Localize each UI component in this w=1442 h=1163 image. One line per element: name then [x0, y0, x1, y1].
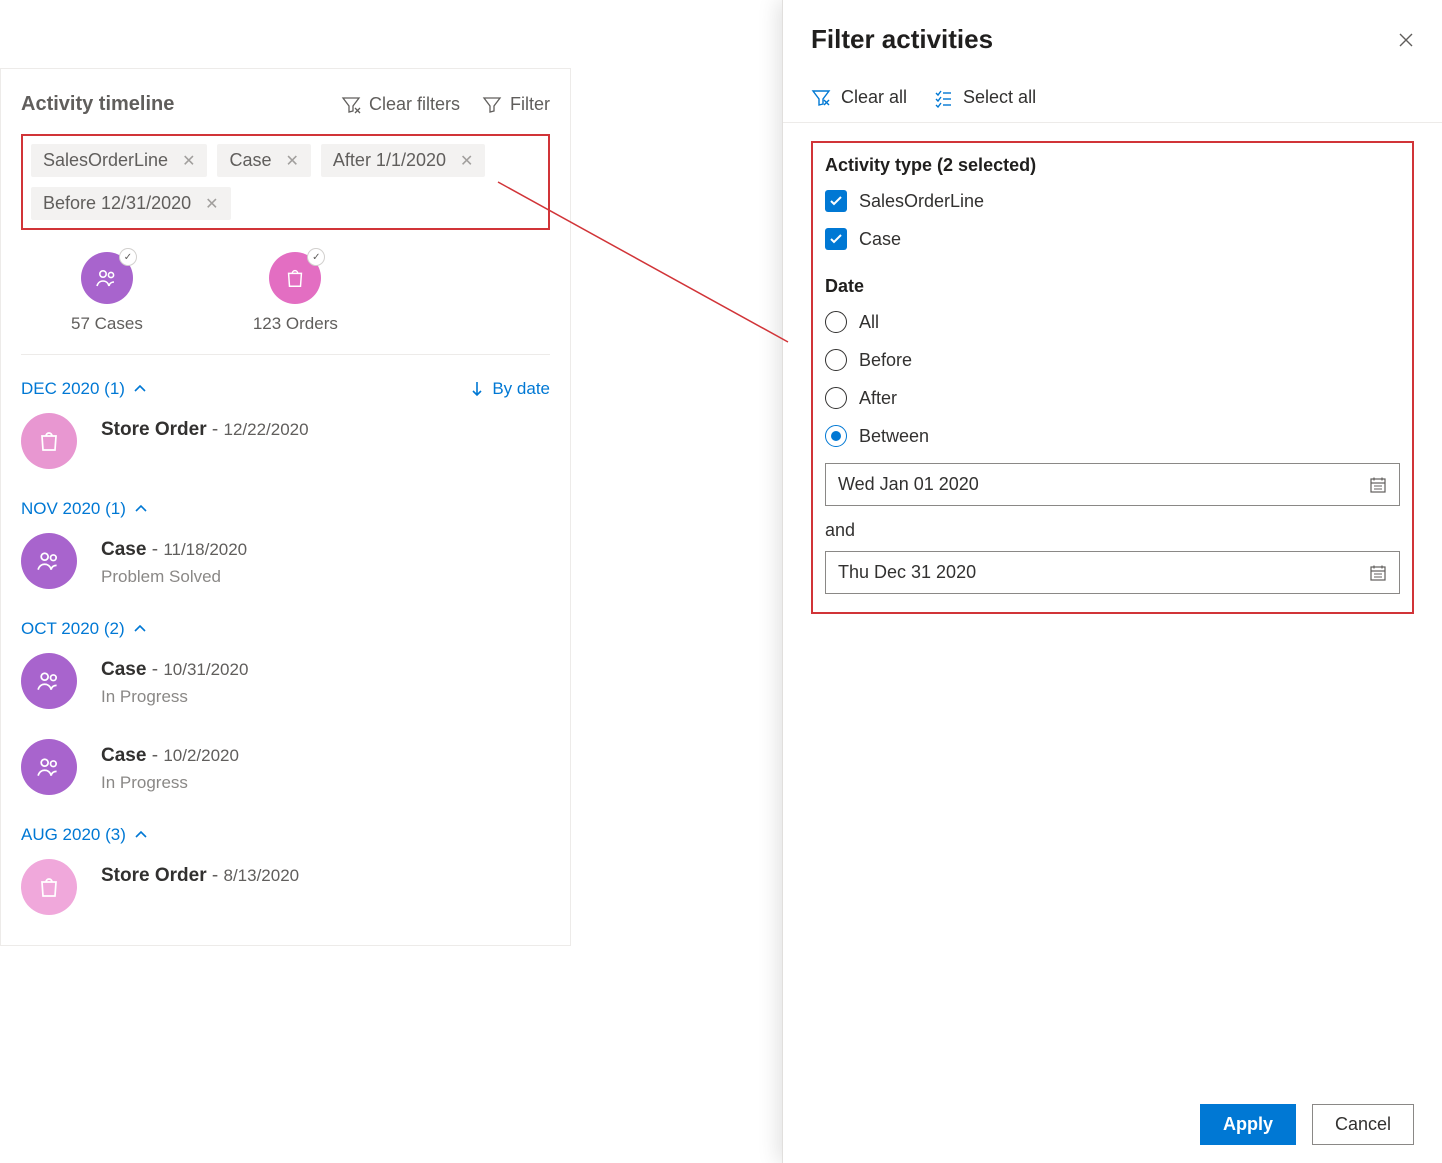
- chevron-up-icon: [134, 828, 148, 842]
- timeline-item[interactable]: Case - 11/18/2020 Problem Solved: [21, 533, 550, 589]
- panel-title: Filter activities: [811, 24, 993, 55]
- radio-between[interactable]: Between: [825, 425, 1400, 447]
- calendar-icon: [1369, 564, 1387, 582]
- people-icon: [36, 548, 62, 574]
- filter-clear-icon: [341, 95, 361, 115]
- clear-all-button[interactable]: Clear all: [811, 87, 907, 108]
- checkbox-case[interactable]: Case: [825, 228, 1400, 250]
- checkbox-salesorderline[interactable]: SalesOrderLine: [825, 190, 1400, 212]
- filter-chip: Case✕: [217, 144, 310, 177]
- clear-filters-button[interactable]: Clear filters: [341, 94, 460, 115]
- checkbox-icon: [825, 190, 847, 212]
- chevron-up-icon: [133, 382, 147, 396]
- summary-cases[interactable]: ✓ 57 Cases: [71, 252, 143, 334]
- shopping-bag-icon: [37, 875, 61, 899]
- radio-after[interactable]: After: [825, 387, 1400, 409]
- radio-icon: [825, 387, 847, 409]
- summary-cases-label: 57 Cases: [71, 314, 143, 334]
- cancel-button[interactable]: Cancel: [1312, 1104, 1414, 1145]
- timeline-item[interactable]: Case - 10/2/2020 In Progress: [21, 739, 550, 795]
- filter-chip: SalesOrderLine✕: [31, 144, 207, 177]
- shopping-bag-icon: [37, 429, 61, 453]
- filter-label: Filter: [510, 94, 550, 115]
- timeline-item[interactable]: Store Order - 8/13/2020: [21, 859, 550, 915]
- people-icon: [36, 754, 62, 780]
- timeline-title: Activity timeline: [21, 93, 174, 116]
- filter-activities-panel: Filter activities Clear all Select all A…: [782, 0, 1442, 1163]
- sort-by-button[interactable]: By date: [470, 379, 550, 399]
- chip-remove-icon[interactable]: ✕: [205, 194, 218, 214]
- chip-remove-icon[interactable]: ✕: [182, 151, 195, 171]
- and-label: and: [825, 520, 1400, 541]
- chip-remove-icon[interactable]: ✕: [460, 151, 473, 171]
- radio-before[interactable]: Before: [825, 349, 1400, 371]
- calendar-icon: [1369, 476, 1387, 494]
- check-icon: ✓: [307, 248, 325, 266]
- filter-chips-container: SalesOrderLine✕ Case✕ After 1/1/2020✕ Be…: [21, 134, 550, 230]
- checkbox-icon: [825, 228, 847, 250]
- timeline-item[interactable]: Case - 10/31/2020 In Progress: [21, 653, 550, 709]
- chevron-up-icon: [134, 502, 148, 516]
- date-from-input[interactable]: Wed Jan 01 2020: [825, 463, 1400, 506]
- group-toggle[interactable]: DEC 2020 (1): [21, 379, 147, 399]
- people-icon: [36, 668, 62, 694]
- group-toggle[interactable]: NOV 2020 (1): [21, 499, 148, 519]
- filter-clear-icon: [811, 88, 831, 108]
- close-icon: [1398, 32, 1414, 48]
- apply-button[interactable]: Apply: [1200, 1104, 1296, 1145]
- radio-all[interactable]: All: [825, 311, 1400, 333]
- filter-settings-highlight: Activity type (2 selected) SalesOrderLin…: [811, 141, 1414, 614]
- date-heading: Date: [825, 276, 1400, 297]
- radio-icon: [825, 425, 847, 447]
- arrow-down-icon: [470, 380, 484, 398]
- select-all-icon: [933, 88, 953, 108]
- clear-filters-label: Clear filters: [369, 94, 460, 115]
- radio-icon: [825, 349, 847, 371]
- check-icon: ✓: [119, 248, 137, 266]
- group-toggle[interactable]: AUG 2020 (3): [21, 825, 148, 845]
- chevron-up-icon: [133, 622, 147, 636]
- date-to-input[interactable]: Thu Dec 31 2020: [825, 551, 1400, 594]
- people-icon: [95, 266, 119, 290]
- activity-timeline-panel: Activity timeline Clear filters Filter S…: [0, 68, 571, 946]
- timeline-item[interactable]: Store Order - 12/22/2020: [21, 413, 550, 469]
- shopping-bag-icon: [284, 267, 306, 289]
- activity-type-heading: Activity type (2 selected): [825, 155, 1400, 176]
- chip-remove-icon[interactable]: ✕: [286, 151, 299, 171]
- summary-orders-label: 123 Orders: [253, 314, 338, 334]
- filter-chip: Before 12/31/2020✕: [31, 187, 231, 220]
- radio-icon: [825, 311, 847, 333]
- filter-button[interactable]: Filter: [482, 94, 550, 115]
- group-toggle[interactable]: OCT 2020 (2): [21, 619, 147, 639]
- summary-orders[interactable]: ✓ 123 Orders: [253, 252, 338, 334]
- close-button[interactable]: [1398, 32, 1414, 48]
- filter-chip: After 1/1/2020✕: [321, 144, 486, 177]
- select-all-button[interactable]: Select all: [933, 87, 1036, 108]
- filter-icon: [482, 95, 502, 115]
